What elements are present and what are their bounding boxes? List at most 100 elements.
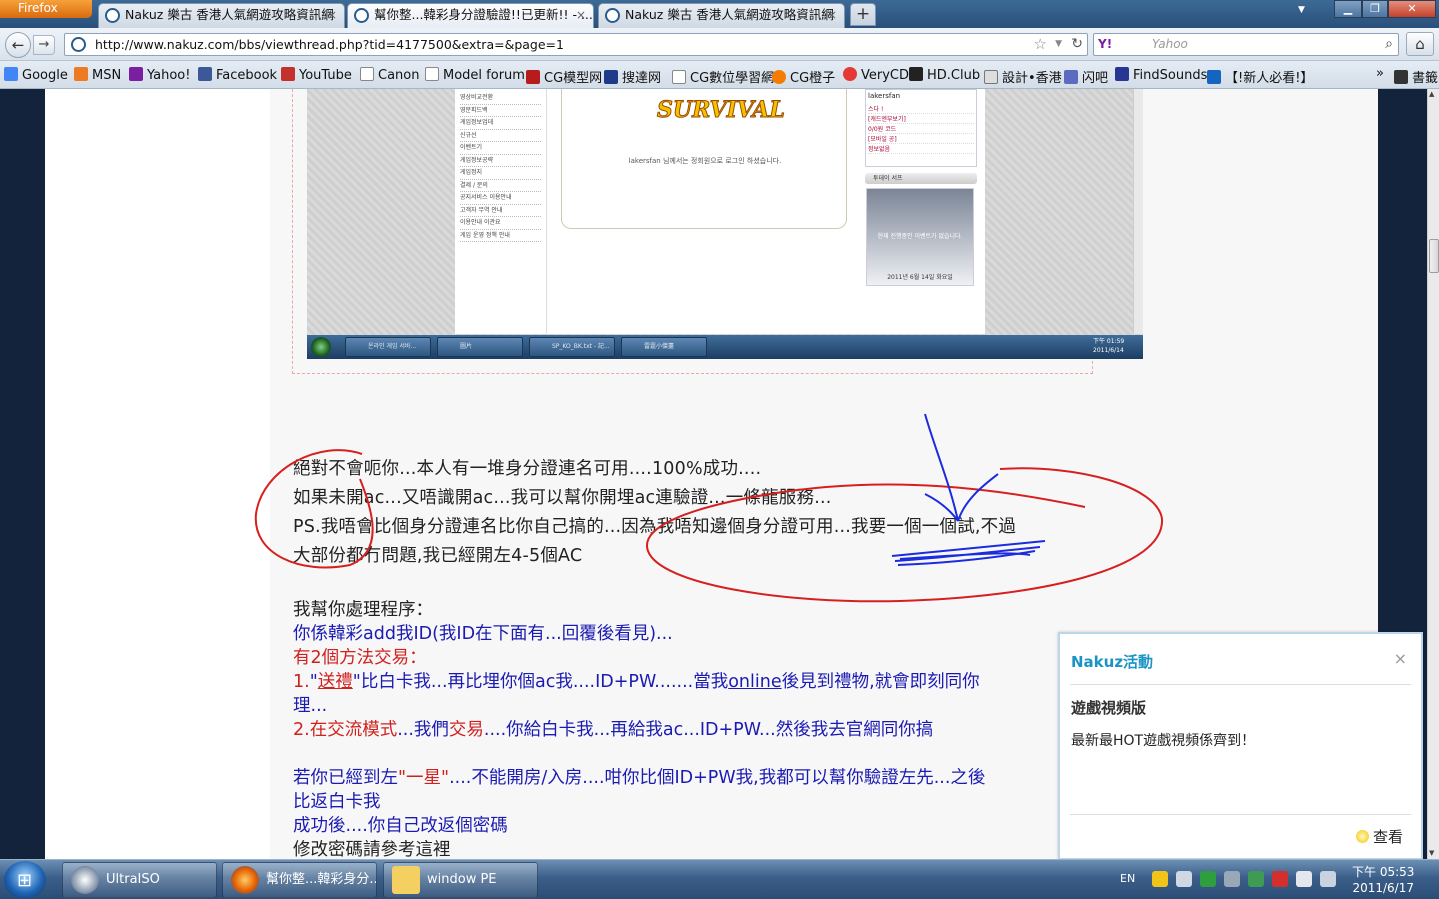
maximize-button[interactable]: ❐ xyxy=(1362,0,1388,18)
network-icon[interactable] xyxy=(1176,871,1192,887)
ultraiso-icon xyxy=(71,866,99,894)
title-bar: Firefox Nakuz 樂古 香港人氣網遊攻略資訊網 × 幫你整...韓彩身… xyxy=(0,0,1439,28)
ati-icon[interactable] xyxy=(1272,871,1288,887)
popup-heading[interactable]: 遊戲視頻版 xyxy=(1071,697,1146,718)
bookmarks-menu-button[interactable]: 書籤 xyxy=(1394,67,1438,86)
bookmarks-icon xyxy=(1394,70,1408,84)
google-icon xyxy=(4,67,18,81)
tab-label: 幫你整...韓彩身分證驗證!!已更新!! - ... xyxy=(374,7,593,22)
tab-close-icon[interactable]: × xyxy=(827,4,837,26)
speaker-icon[interactable] xyxy=(1224,871,1240,887)
language-indicator[interactable]: EN xyxy=(1120,872,1135,885)
popup-view-button[interactable]: 查看 xyxy=(1355,826,1403,847)
bookmark-star-icon[interactable]: ☆ xyxy=(1034,34,1047,55)
start-button[interactable]: ⊞ xyxy=(4,861,46,899)
system-clock[interactable]: 下午 05:53 2011/6/17 xyxy=(1352,864,1414,896)
search-icon[interactable]: ⌕ xyxy=(1385,34,1393,55)
minimize-button[interactable]: ▁ xyxy=(1334,0,1362,18)
scroll-up-icon[interactable]: ▲ xyxy=(1429,90,1434,98)
bookmark-model-forum[interactable]: Model forum xyxy=(425,67,525,83)
bookmark-yahoo[interactable]: Yahoo! xyxy=(129,67,190,83)
page-icon xyxy=(425,67,439,81)
search-bar[interactable]: Y! Yahoo ⌕ xyxy=(1093,33,1399,56)
url-bar[interactable]: http://www.nakuz.com/bbs/viewthread.php?… xyxy=(64,33,1088,56)
sync-icon[interactable] xyxy=(1200,871,1216,887)
new-tab-button[interactable]: + xyxy=(850,3,876,26)
url-dropdown-icon[interactable]: ▼ xyxy=(1055,34,1062,55)
bookmarks-overflow-button[interactable]: » xyxy=(1376,66,1384,81)
windows-logo-icon: ⊞ xyxy=(17,870,33,891)
tab-close-icon[interactable]: × xyxy=(576,4,586,26)
taskbar-label: window PE xyxy=(427,872,497,887)
folder-icon xyxy=(392,866,420,894)
home-button[interactable]: ⌂ xyxy=(1406,32,1434,56)
nakuz-site-icon xyxy=(354,8,369,23)
youtube-icon xyxy=(281,67,295,81)
bookmark-shanba[interactable]: 闪吧 xyxy=(1064,67,1108,86)
bookmark-newbie[interactable]: 【!新人必看!】 xyxy=(1207,67,1313,86)
tab-label: Nakuz 樂古 香港人氣網遊攻略資訊網 xyxy=(625,7,834,22)
nakuz-activity-popup[interactable]: Nakuz活動 × 遊戲視頻版 最新最HOT遊戲視頻係齊到！ 查看 xyxy=(1058,632,1423,859)
blue-arrow xyxy=(924,413,999,522)
scrollbar-thumb[interactable] xyxy=(1429,239,1439,273)
bookmark-soda[interactable]: 搜達网 xyxy=(604,67,661,86)
nakuz-site-icon xyxy=(605,8,620,23)
verycd-icon xyxy=(843,67,857,81)
page-scrollbar[interactable]: ▲ ▼ xyxy=(1427,89,1439,859)
bookmark-canon[interactable]: Canon xyxy=(360,67,419,83)
cg-model-icon xyxy=(526,70,540,84)
shield-icon[interactable] xyxy=(1152,871,1168,887)
nakuz-site-icon xyxy=(105,8,120,23)
cg-orange-icon xyxy=(772,70,786,84)
divider xyxy=(1070,814,1411,815)
bookmark-google[interactable]: Google xyxy=(4,67,68,83)
bookmark-design-hk[interactable]: 設計•香港 xyxy=(984,67,1062,86)
bookmark-cg-orange[interactable]: CG橙子 xyxy=(772,67,835,86)
tab-close-icon[interactable]: × xyxy=(327,4,337,26)
findsounds-icon xyxy=(1115,67,1129,81)
taskbar-item-firefox[interactable]: 幫你整...韓彩身分... xyxy=(222,862,377,898)
navigation-toolbar: ← → http://www.nakuz.com/bbs/viewthread.… xyxy=(0,28,1439,61)
bookmark-youtube[interactable]: YouTube xyxy=(281,67,352,83)
back-button[interactable]: ← xyxy=(5,32,31,58)
tab-thread[interactable]: 幫你整...韓彩身分證驗證!!已更新!! - ... × xyxy=(347,3,594,28)
shanba-icon xyxy=(1064,70,1078,84)
popup-body: 最新最HOT遊戲視頻係齊到！ xyxy=(1071,733,1256,749)
volume-icon[interactable] xyxy=(1320,871,1336,887)
bookmark-cg-learning[interactable]: CG數位學習網 xyxy=(672,67,774,86)
blue-scribble xyxy=(891,540,1046,566)
scroll-down-icon[interactable]: ▼ xyxy=(1429,849,1434,857)
forward-button[interactable]: → xyxy=(33,35,55,55)
search-engine-icon[interactable]: Y! xyxy=(1098,34,1112,55)
page-icon xyxy=(672,70,686,84)
yahoo-icon xyxy=(129,67,143,81)
taskbar-item-windowpe[interactable]: window PE xyxy=(383,862,538,898)
close-window-button[interactable]: ✕ xyxy=(1388,0,1436,18)
tab-nakuz-home-2[interactable]: Nakuz 樂古 香港人氣網遊攻略資訊網 × xyxy=(598,3,845,28)
security-icon[interactable] xyxy=(1248,871,1264,887)
windows-taskbar: ⊞ UltraISO 幫你整...韓彩身分... window PE EN 下午… xyxy=(0,859,1439,899)
page-viewport: 영상비교전환 영문피드백 게임정보업데 신규선 이벤트기 게임정보공략 게임정지… xyxy=(0,89,1427,859)
popup-view-label: 查看 xyxy=(1372,828,1403,846)
site-identity-icon[interactable] xyxy=(71,37,86,52)
popup-close-icon[interactable]: × xyxy=(1394,649,1407,668)
paw-icon xyxy=(1207,70,1221,84)
bookmark-msn[interactable]: MSN xyxy=(74,67,121,83)
firefox-menu-button[interactable]: Firefox xyxy=(0,0,92,18)
bookmark-cg-model[interactable]: CG模型网 xyxy=(526,67,602,86)
tab-label: Nakuz 樂古 香港人氣網遊攻略資訊網 xyxy=(125,7,334,22)
msn-icon xyxy=(74,67,88,81)
bookmark-hdclub[interactable]: HD.Club xyxy=(909,67,980,83)
bookmark-findsounds[interactable]: FindSounds xyxy=(1115,67,1207,83)
tab-list-icon[interactable]: ▼ xyxy=(1298,5,1305,15)
divider xyxy=(1070,684,1411,685)
page-icon xyxy=(360,67,374,81)
bookmark-verycd[interactable]: VeryCD xyxy=(843,67,909,83)
facebook-icon xyxy=(198,67,212,81)
clock-date: 2011/6/17 xyxy=(1352,881,1414,895)
tab-nakuz-home-1[interactable]: Nakuz 樂古 香港人氣網遊攻略資訊網 × xyxy=(98,3,345,28)
reload-icon[interactable]: ↻ xyxy=(1071,34,1083,55)
action-center-flag-icon[interactable] xyxy=(1296,871,1312,887)
bookmark-facebook[interactable]: Facebook xyxy=(198,67,277,83)
taskbar-item-ultraiso[interactable]: UltraISO xyxy=(62,862,217,898)
